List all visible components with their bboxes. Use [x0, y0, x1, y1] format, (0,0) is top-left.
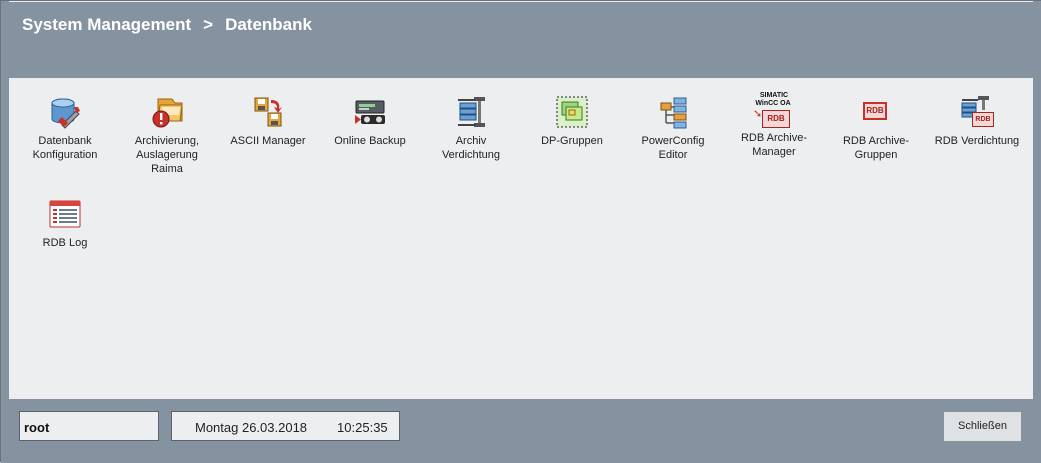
- tile-label: Datenbank Konfiguration: [32, 135, 98, 161]
- tile-label: ASCII Manager: [230, 135, 306, 147]
- tile-label: RDB Log: [42, 237, 88, 249]
- rdb-badge: RDB: [972, 112, 994, 127]
- archive-folder-icon: [152, 98, 183, 128]
- tile-rdb-verdichtung[interactable]: RDB RDB Verdichtung: [927, 95, 1027, 148]
- user-field: root: [19, 411, 159, 441]
- tile-label: RDB Verdichtung: [934, 135, 1020, 147]
- tile-label: RDB Archive- Gruppen: [842, 135, 910, 161]
- right-frame: [1033, 1, 1041, 463]
- tile-powerconfig-editor[interactable]: PowerConfig Editor: [623, 95, 723, 162]
- rdb-badge: RDB: [762, 110, 790, 128]
- rdb-badge: RDB: [863, 102, 887, 120]
- tile-label: RDB Archive- Manager: [740, 132, 808, 158]
- system-management-window: System Management > Datenbank Datenbank Ko…: [0, 0, 1041, 463]
- tile-area: Datenbank Konfiguration Archivierung, Au…: [9, 78, 1033, 399]
- tile-rdb-archive-manager[interactable]: SIMATIC WinCC OA RDB ➘ RDB Archive- Mana…: [724, 92, 824, 159]
- rdb-archive-manager-icon: SIMATIC WinCC OA RDB ➘: [753, 92, 791, 129]
- datetime-field: Montag 26.03.2018 10:25:35: [171, 411, 400, 441]
- tile-ascii-manager[interactable]: ASCII Manager: [218, 95, 318, 148]
- rdb-compression-icon: RDB: [960, 95, 994, 129]
- powerconfig-editor-icon: [660, 97, 687, 129]
- ascii-manager-icon: [254, 97, 282, 127]
- breadcrumb-current: Datenbank: [225, 15, 312, 34]
- tile-dp-gruppen[interactable]: DP-Gruppen: [522, 95, 622, 148]
- tile-label: Archiv Verdichtung: [441, 135, 501, 161]
- arrow-icon: ➘: [753, 108, 763, 120]
- rdb-archive-groups-icon: RDB: [859, 95, 893, 129]
- footer-bar: root Montag 26.03.2018 10:25:35 Schließen: [9, 399, 1033, 455]
- archive-compression-icon: [458, 97, 485, 127]
- tile-label: Archivierung, Auslagerung Raima: [134, 135, 200, 175]
- breadcrumb-root[interactable]: System Management: [22, 15, 191, 35]
- breadcrumb: System Management > Datenbank: [22, 15, 312, 35]
- rdb-log-icon: [49, 200, 81, 228]
- tile-datenbank-konfiguration[interactable]: Datenbank Konfiguration: [15, 95, 115, 162]
- database-config-icon: [51, 98, 80, 129]
- tile-label: DP-Gruppen: [541, 135, 603, 147]
- tile-online-backup[interactable]: Online Backup: [320, 95, 420, 148]
- dp-groups-icon: [556, 96, 588, 128]
- time-text: 10:25:35: [337, 420, 388, 435]
- left-frame: [1, 1, 9, 463]
- tile-label: PowerConfig Editor: [641, 135, 705, 161]
- tile-archiv-verdichtung[interactable]: Archiv Verdichtung: [421, 95, 521, 162]
- simatic-logo-text: SIMATIC: [759, 92, 789, 99]
- tile-rdb-archive-gruppen[interactable]: RDB RDB Archive- Gruppen: [826, 95, 926, 162]
- date-text: Montag 26.03.2018: [195, 420, 308, 435]
- online-backup-icon: [355, 100, 385, 124]
- header-bar: System Management > Datenbank: [9, 2, 1033, 78]
- tile-label: Online Backup: [334, 135, 406, 147]
- tile-archivierung[interactable]: Archivierung, Auslagerung Raima: [117, 95, 217, 176]
- close-button[interactable]: Schließen: [943, 411, 1022, 442]
- tile-rdb-log[interactable]: RDB Log: [15, 197, 115, 250]
- breadcrumb-separator: >: [203, 15, 214, 34]
